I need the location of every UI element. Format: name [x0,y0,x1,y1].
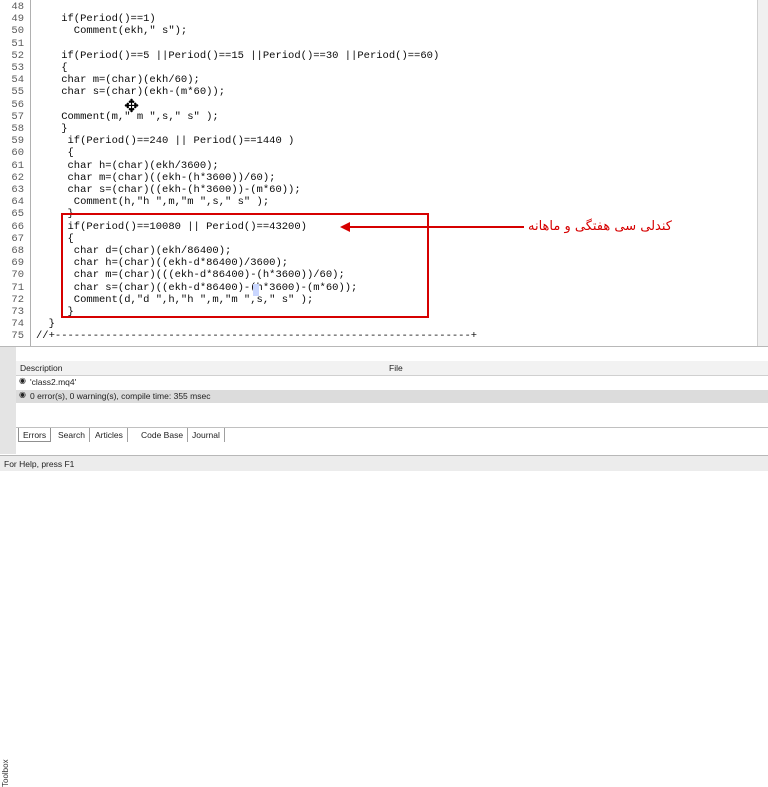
line-number: 74 [11,318,24,331]
code-line[interactable]: } [36,123,67,135]
highlight-box [61,213,429,318]
column-file[interactable]: File [389,363,403,373]
code-line[interactable]: if(Period()==240 || Period()==1440 ) [36,135,295,147]
line-number: 67 [11,232,24,245]
status-bar: For Help, press F1 [0,455,768,471]
tab-errors[interactable]: Errors [18,428,52,442]
line-number: 63 [11,184,24,196]
line-number: 62 [11,171,24,184]
info-icon: ◉ [19,376,26,385]
panel-tabs: Errors Search Articles Code Base Journal [16,427,768,444]
code-editor[interactable]: 48 49 50 51 52 53 54 55 56 57 58 59 60 61 62 63 64 65 66 67… [0,0,768,347]
line-number: 60 [11,147,24,160]
tab-code-base[interactable]: Code Base [137,428,189,442]
annotation-text: کندلی سی هفتگی و ماهانه [528,219,672,234]
code-line[interactable]: char m=(char)((ekh-(h*3600))/60); [36,172,276,184]
info-icon: ◉ [19,390,26,399]
line-number: 70 [11,269,24,282]
arrow-head-icon [340,222,350,232]
code-line[interactable]: Comment(h,"h ",m,"m ",s," s" ); [36,196,269,208]
line-number: 66 [11,220,24,233]
tab-journal[interactable]: Journal [188,428,225,442]
vertical-scrollbar[interactable] [757,0,768,346]
code-line[interactable]: } [36,318,55,330]
line-number: 75 [11,330,24,343]
line-number: 57 [11,110,24,123]
list-item-text: 'class2.mq4' [30,377,77,387]
line-number: 71 [11,281,24,294]
toolbox-sidebar[interactable]: Toolbox [0,347,17,787]
code-line[interactable]: char h=(char)(ekh/3600); [36,160,219,172]
code-line[interactable]: char s=(char)((ekh-(h*3600))-(m*60)); [36,184,301,196]
line-number: 68 [11,245,24,257]
line-number: 50 [11,25,24,38]
line-number: 48 [11,1,24,13]
list-item-text: 0 error(s), 0 warning(s), compile time: … [30,391,211,401]
toolbox-panel: Description File ◉ 'class2.mq4' ◉ 0 erro… [16,347,768,454]
line-number-gutter: 48 49 50 51 52 53 54 55 56 57 58 59 60 61 62 63 64 65 66 67… [0,0,31,346]
line-number: 59 [11,135,24,148]
line-number: 72 [11,293,24,306]
code-line[interactable]: { [36,147,74,159]
list-item[interactable]: ◉ 0 error(s), 0 warning(s), compile time… [16,390,768,403]
line-number: 56 [11,98,24,111]
code-line[interactable]: //+-------------------------------------… [36,330,477,342]
column-description[interactable]: Description [20,363,63,373]
line-number: 61 [11,159,24,172]
line-number: 64 [11,196,24,209]
annotation-arrow [348,226,524,228]
code-line[interactable]: char m=(char)(ekh/60); [36,74,200,86]
code-line[interactable]: if(Period()==5 ||Period()==15 ||Period()… [36,50,439,62]
tab-articles[interactable]: Articles [91,428,128,442]
list-item[interactable]: ◉ 'class2.mq4' [16,376,768,389]
line-number: 58 [11,123,24,135]
line-number: 55 [11,86,24,99]
toolbox-label: Toolbox [1,759,10,787]
code-line[interactable]: { [36,62,67,74]
panel-header: Description File [16,361,768,376]
line-number: 69 [11,257,24,270]
code-line[interactable]: if(Period()==1) [36,13,156,25]
status-text: For Help, press F1 [4,459,75,469]
line-number: 52 [11,49,24,62]
line-number: 73 [11,306,24,318]
tab-search[interactable]: Search [54,428,90,442]
line-number: 49 [11,13,24,26]
move-cursor-icon: ✥ [124,96,140,116]
line-number: 54 [11,74,24,87]
line-number: 65 [11,208,24,221]
line-number: 53 [11,62,24,74]
line-number: 51 [11,37,24,50]
code-line[interactable]: Comment(ekh," s"); [36,25,187,37]
